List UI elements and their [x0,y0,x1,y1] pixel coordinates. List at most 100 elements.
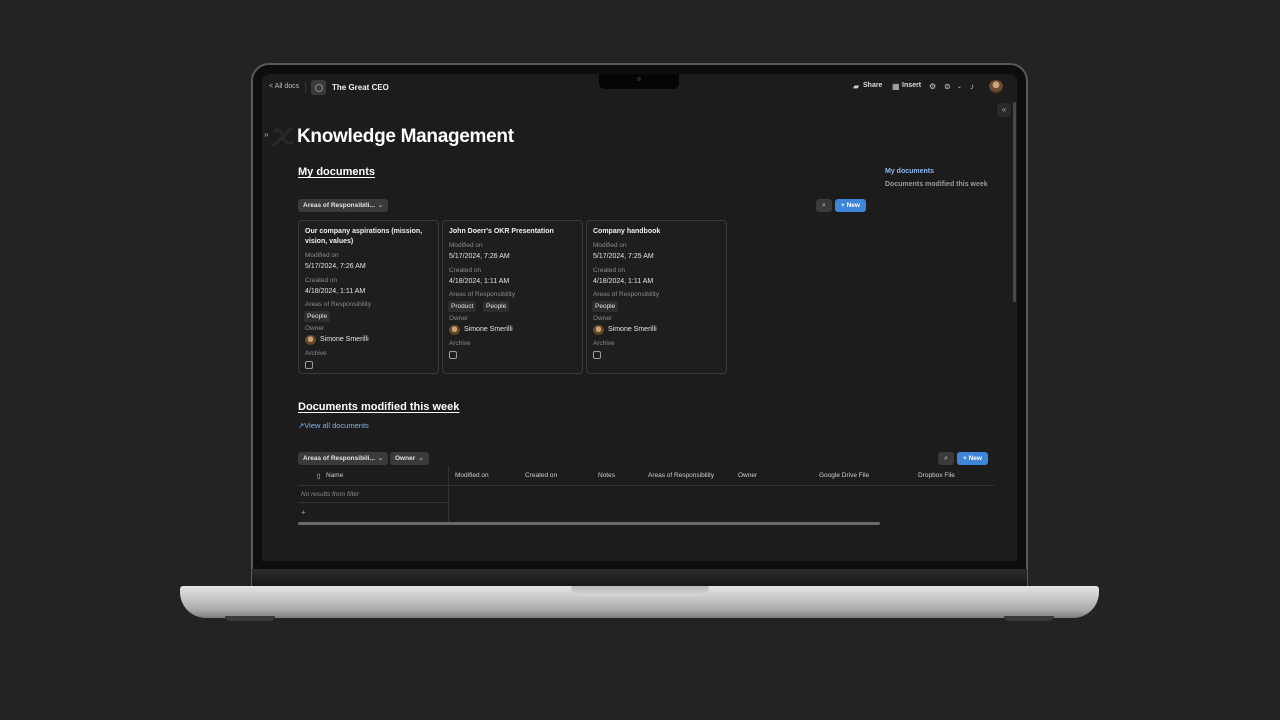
created-value: 4/18/2024, 1:11 AM [449,278,510,285]
new-row-button[interactable]: + New [957,452,988,465]
back-to-all-docs-link[interactable]: < All docs [269,83,299,90]
owner-name: Simone Smerilli [320,336,369,343]
insert-button[interactable]: Insert [902,82,921,89]
owner-avatar [593,325,604,336]
folder-icon: ▰ [853,82,860,91]
archive-label: Archive [305,350,327,357]
owner-filter-chip[interactable]: Owner ⌄ [390,452,429,465]
doc-title[interactable]: The Great CEO [332,83,389,92]
column-header-dropbox[interactable]: Dropbox File [918,472,955,479]
doc-icon[interactable] [311,80,326,95]
my-documents-heading: My documents [298,166,376,178]
user-avatar[interactable] [989,80,1003,94]
table-divider [298,485,994,486]
chevron-down-icon[interactable]: ⌄ [957,83,962,91]
divider [305,82,306,93]
modified-label: Modified on [305,252,339,259]
modified-this-week-heading: Documents modified this week [298,401,460,413]
card-title[interactable]: Our company aspirations (mission, vision… [305,227,431,247]
archive-label: Archive [593,340,615,347]
areas-filter-label: Areas of Responsibili... [303,455,375,462]
chevron-down-icon: ⌄ [418,455,424,462]
owner-filter-label: Owner [395,455,416,462]
laptop-hinge [252,569,1027,587]
add-row-icon[interactable]: + [301,508,306,517]
laptop-mockup-stage: < All docs The Great CEO ▰ Share ▦ Inser… [0,0,1280,720]
new-label: New [968,455,982,462]
document-card[interactable]: Our company aspirations (mission, vision… [298,220,439,374]
owner-name: Simone Smerilli [464,326,513,333]
area-tag: People [483,301,510,312]
bookmark-icon: ▯ [317,473,321,480]
card-title[interactable]: John Doerr's OKR Presentation [449,227,575,237]
collapse-panel-icon[interactable]: « [997,103,1011,117]
share-button[interactable]: Share [863,82,882,89]
insert-grid-icon: ▦ [892,82,900,91]
owner-name: Simone Smerilli [608,326,657,333]
modified-value: 5/17/2024, 7:25 AM [593,253,654,260]
camera-notch [599,74,679,89]
search-icon[interactable]: ⌕ [938,452,954,465]
bell-icon[interactable]: ♪ [970,83,974,91]
document-card[interactable]: John Doerr's OKR Presentation Modified o… [442,220,583,374]
column-header-notes[interactable]: Notes [598,472,615,479]
areas-filter-chip[interactable]: Areas of Responsibili... ⌄ [298,452,389,465]
column-header-modified[interactable]: Modified on [455,472,489,479]
camera-icon [637,77,641,81]
document-card[interactable]: Company handbook Modified on 5/17/2024, … [586,220,727,374]
modified-value: 5/17/2024, 7:26 AM [305,263,366,270]
modified-value: 5/17/2024, 7:26 AM [449,253,510,260]
created-label: Created on [305,277,338,284]
horizontal-scrollbar[interactable] [298,522,880,525]
column-header-created[interactable]: Created on [525,472,557,479]
areas-filter-chip[interactable]: Areas of Responsibili... ⌄ [298,199,389,212]
area-tag: People [304,311,331,322]
owner-avatar [449,325,460,336]
screen-bezel [262,561,1017,569]
owner-label: Owner [449,315,469,322]
empty-state-text: No results from filter [301,491,360,498]
app-screen: < All docs The Great CEO ▰ Share ▦ Inser… [262,74,1017,561]
owner-label: Owner [305,325,325,332]
areas-label: Areas of Responsibility [305,301,372,308]
comments-icon[interactable]: ⊜ [944,83,951,91]
created-label: Created on [593,267,626,274]
created-value: 4/18/2024, 1:11 AM [593,278,654,285]
expand-sidebar-icon[interactable]: » [264,130,268,139]
archive-label: Archive [449,340,471,347]
column-header-name[interactable]: Name [326,472,343,479]
view-all-documents-link[interactable]: ↗View all documents [298,421,369,430]
archive-checkbox[interactable] [449,351,457,359]
area-tag: People [592,301,619,312]
areas-label: Areas of Responsibility [449,291,516,298]
toc-item-my-documents[interactable]: My documents [885,168,934,175]
column-header-google-drive[interactable]: Google Drive File [819,472,869,479]
vertical-scrollbar[interactable] [1013,102,1016,302]
created-value: 4/18/2024, 1:11 AM [305,288,366,295]
view-all-label: View all documents [304,421,369,430]
chevron-down-icon: ⌄ [377,202,384,209]
archive-checkbox[interactable] [593,351,601,359]
page-title: Knowledge Management [297,126,514,147]
card-title[interactable]: Company handbook [593,227,719,237]
modified-label: Modified on [449,242,483,249]
search-icon[interactable]: ⌕ [816,199,832,212]
archive-checkbox[interactable] [305,361,313,369]
new-label: New [846,202,860,209]
areas-label: Areas of Responsibility [593,291,660,298]
page-logo-icon [272,127,294,147]
modified-label: Modified on [593,242,627,249]
laptop-foot-right [1004,616,1054,621]
areas-filter-label: Areas of Responsibili... [303,202,375,209]
toc-item-modified-this-week[interactable]: Documents modified this week [885,181,988,188]
owner-label: Owner [593,315,613,322]
column-header-owner[interactable]: Owner [738,472,757,479]
table-divider [298,502,448,503]
table-column-divider [448,466,449,522]
laptop-foot-left [225,616,275,621]
column-header-areas[interactable]: Areas of Responsibility [648,472,714,479]
owner-avatar [305,335,316,346]
laptop-base-notch [571,586,709,596]
new-document-button[interactable]: + New [835,199,866,212]
settings-gear-icon[interactable]: ⚙ [929,83,936,91]
